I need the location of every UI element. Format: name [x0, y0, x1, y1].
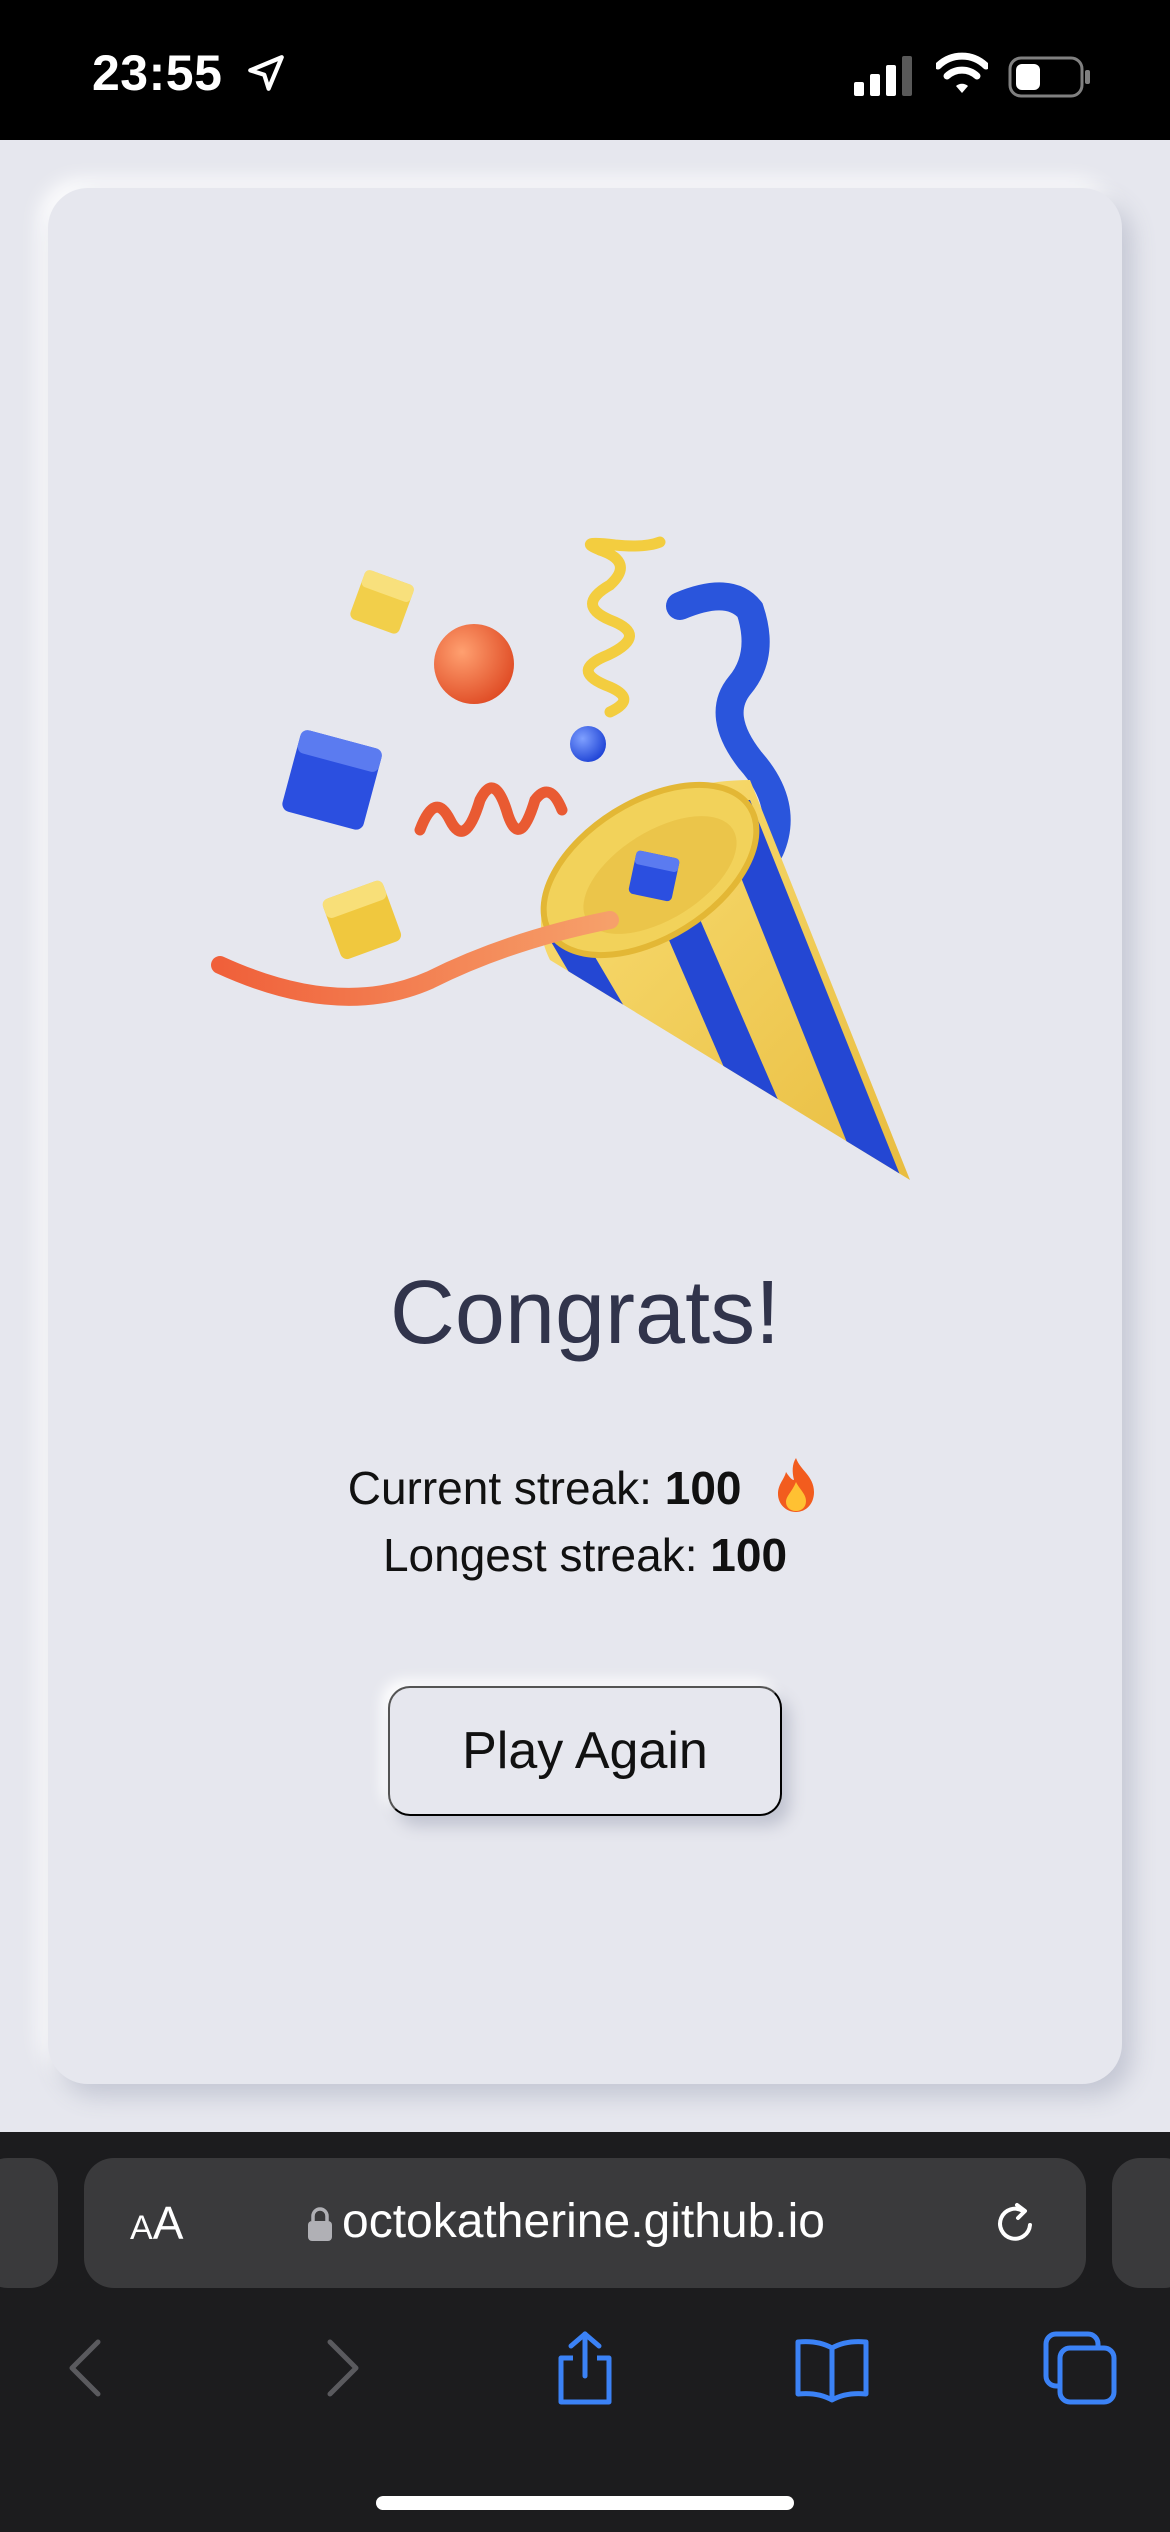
longest-streak-label: Longest streak:	[382, 1529, 698, 1581]
congrats-title: Congrats!	[389, 1263, 781, 1363]
fire-icon	[778, 1458, 815, 1512]
reload-icon[interactable]	[990, 2198, 1040, 2248]
current-streak: Current streak: 100	[0, 1456, 1170, 1515]
cellular-signal-icon	[854, 56, 912, 96]
forward-icon[interactable]	[300, 2328, 380, 2408]
status-time: 23:55	[92, 45, 223, 101]
url-text[interactable]: octokatherine.github.io	[342, 2194, 825, 2249]
battery-icon	[1008, 56, 1090, 98]
share-icon[interactable]	[545, 2328, 625, 2408]
back-icon[interactable]	[48, 2328, 128, 2408]
previous-tab-peek[interactable]	[0, 2158, 58, 2288]
address-bar[interactable]: AA octokatherine.github.io	[84, 2158, 1086, 2288]
home-indicator	[376, 2496, 794, 2510]
current-streak-label: Current streak:	[347, 1462, 652, 1514]
browser-toolbar: AA octokatherine.github.io	[0, 2132, 1170, 2532]
location-arrow-icon	[248, 55, 284, 91]
party-popper-icon	[211, 536, 910, 1180]
play-again-button[interactable]: Play Again	[388, 1686, 782, 1816]
tabs-icon[interactable]	[1040, 2328, 1120, 2408]
wifi-icon	[936, 52, 988, 93]
lock-icon	[308, 2207, 332, 2241]
next-tab-peek[interactable]	[1112, 2158, 1170, 2288]
text-size-button[interactable]: AA	[130, 2196, 183, 2250]
current-streak-value: 100	[664, 1462, 742, 1514]
longest-streak-value: 100	[710, 1529, 788, 1581]
bookmarks-icon[interactable]	[792, 2328, 872, 2408]
status-bar: 23:55	[0, 0, 1170, 140]
longest-streak: Longest streak: 100	[0, 1528, 1170, 1582]
